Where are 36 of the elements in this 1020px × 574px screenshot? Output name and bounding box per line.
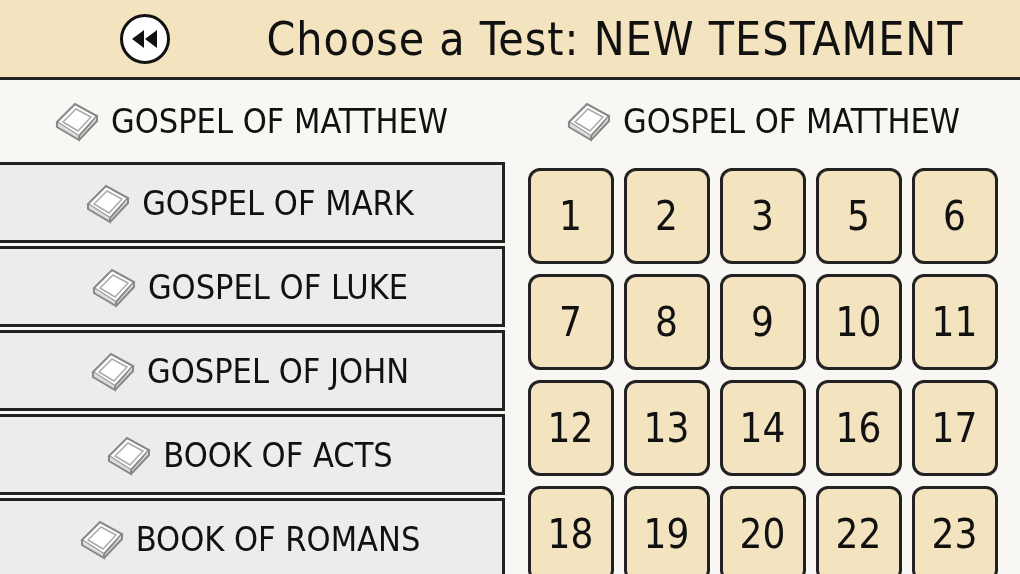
- book-item[interactable]: GOSPEL OF JOHN: [0, 330, 505, 411]
- test-button[interactable]: 9: [719, 274, 806, 370]
- book-item[interactable]: BOOK OF ROMANS: [0, 498, 505, 574]
- test-button[interactable]: 16: [815, 380, 902, 476]
- test-button[interactable]: 8: [623, 274, 710, 370]
- test-button[interactable]: 12: [527, 380, 614, 476]
- test-button[interactable]: 22: [815, 486, 902, 574]
- book-label: BOOK OF ACTS: [163, 434, 393, 475]
- test-button[interactable]: 19: [623, 486, 710, 574]
- test-button[interactable]: 2: [623, 168, 710, 264]
- test-button[interactable]: 7: [527, 274, 614, 370]
- book-label: BOOK OF ROMANS: [135, 518, 421, 559]
- test-button[interactable]: 17: [911, 380, 998, 476]
- test-button[interactable]: 20: [719, 486, 806, 574]
- test-button[interactable]: 1: [527, 168, 614, 264]
- book-label: GOSPEL OF MARK: [142, 182, 414, 223]
- test-button[interactable]: 5: [815, 168, 902, 264]
- page-title: Choose a Test: NEW TESTAMENT: [265, 11, 964, 66]
- test-button[interactable]: 14: [719, 380, 806, 476]
- book-item[interactable]: GOSPEL OF MARK: [0, 162, 505, 243]
- test-button[interactable]: 10: [815, 274, 902, 370]
- test-button[interactable]: 18: [527, 486, 614, 574]
- back-button[interactable]: [120, 13, 170, 64]
- book-item[interactable]: GOSPEL OF LUKE: [0, 246, 505, 327]
- test-button[interactable]: 3: [719, 168, 806, 264]
- book-label: GOSPEL OF JOHN: [146, 350, 410, 391]
- test-button[interactable]: 23: [911, 486, 998, 574]
- selected-book-title: GOSPEL OF MATTHEW: [622, 101, 961, 141]
- rewind-icon: [132, 29, 158, 48]
- test-button[interactable]: 11: [911, 274, 998, 370]
- book-item[interactable]: GOSPEL OF MATTHEW: [0, 80, 505, 162]
- book-item[interactable]: BOOK OF ACTS: [0, 414, 505, 495]
- test-button[interactable]: 6: [911, 168, 998, 264]
- book-label: GOSPEL OF MATTHEW: [110, 101, 449, 141]
- test-button[interactable]: 13: [623, 380, 710, 476]
- book-label: GOSPEL OF LUKE: [147, 266, 409, 307]
